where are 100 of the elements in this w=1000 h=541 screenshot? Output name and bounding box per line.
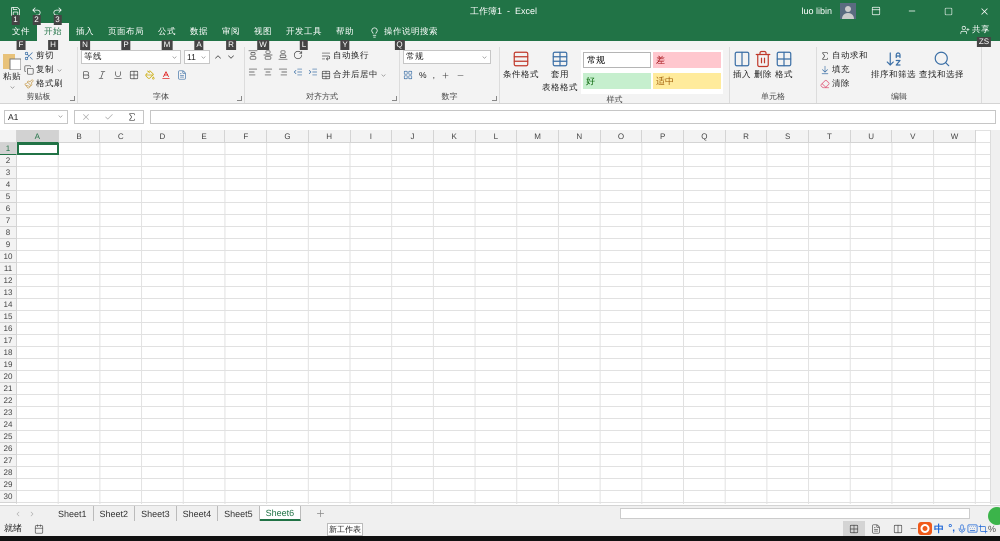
row-header[interactable]: 25	[0, 431, 17, 443]
row-header[interactable]: 16	[0, 323, 17, 335]
selected-cell[interactable]	[17, 143, 59, 155]
share-button[interactable]: 共享	[960, 24, 990, 36]
row-header[interactable]: 15	[0, 311, 17, 323]
ribbon-tab[interactable]: 插入	[69, 23, 101, 41]
ribbon-tab[interactable]: 审阅	[215, 23, 247, 41]
row-header[interactable]: 12	[0, 275, 17, 287]
ribbon-tab[interactable]: 文件	[5, 23, 37, 41]
ribbon-tab[interactable]: 数据	[183, 23, 215, 41]
column-header[interactable]: K	[434, 130, 476, 143]
column-header[interactable]: B	[58, 130, 100, 143]
ribbon-tab[interactable]: 开始	[37, 23, 69, 41]
cut-button[interactable]: 剪切	[24, 50, 63, 62]
row-header[interactable]: 23	[0, 407, 17, 419]
row-header[interactable]: 5	[0, 191, 17, 203]
insert-cells-button[interactable]: 插入	[733, 50, 751, 91]
row-header[interactable]: 1	[0, 143, 17, 155]
row-header[interactable]: 24	[0, 419, 17, 431]
cell-style[interactable]: 适中	[653, 73, 721, 89]
row-header[interactable]: 8	[0, 227, 17, 239]
row-header[interactable]: 2	[0, 155, 17, 167]
column-header[interactable]: D	[142, 130, 184, 143]
column-header[interactable]: I	[350, 130, 392, 143]
name-box[interactable]: A1	[4, 110, 68, 124]
wrap-text-button[interactable]: 自动换行	[321, 50, 387, 62]
column-header[interactable]: L	[476, 130, 518, 143]
clear-button[interactable]: 清除	[820, 78, 868, 90]
copy-button[interactable]: 复制	[24, 64, 63, 76]
column-header[interactable]: U	[850, 130, 892, 143]
row-header[interactable]: 18	[0, 347, 17, 359]
row-header[interactable]: 30	[0, 491, 17, 503]
column-header[interactable]: H	[308, 130, 350, 143]
column-header[interactable]: C	[100, 130, 142, 143]
column-header[interactable]: P	[642, 130, 684, 143]
column-header[interactable]: S	[767, 130, 810, 143]
conditional-format-button[interactable]: 条件格式	[503, 50, 539, 94]
row-header[interactable]: 21	[0, 383, 17, 395]
column-header[interactable]: Q	[684, 130, 726, 143]
cell-style[interactable]: 常规	[583, 52, 651, 68]
format-as-table-button[interactable]: 套用 表格格式	[542, 50, 578, 94]
row-header[interactable]: 6	[0, 203, 17, 215]
column-header[interactable]: W	[934, 130, 976, 143]
row-header[interactable]: 13	[0, 287, 17, 299]
number-format-dropdown[interactable]: 常规	[403, 50, 491, 64]
ribbon-tab[interactable]: 帮助	[329, 23, 361, 41]
row-header[interactable]: 7	[0, 215, 17, 227]
column-header[interactable]: V	[892, 130, 934, 143]
tell-me-search[interactable]: 操作说明搜索	[369, 23, 438, 41]
cell-style[interactable]: 差	[653, 52, 721, 68]
column-header[interactable]: M	[517, 130, 559, 143]
column-header[interactable]: J	[392, 130, 434, 143]
row-header[interactable]: 9	[0, 239, 17, 251]
row-header[interactable]: 19	[0, 359, 17, 371]
column-header[interactable]: N	[558, 130, 601, 143]
row-header[interactable]: 14	[0, 299, 17, 311]
font-name-dropdown[interactable]: 等线	[81, 50, 181, 64]
autosum-button[interactable]: 自动求和	[820, 50, 868, 62]
column-header[interactable]: E	[184, 130, 226, 143]
sheet-tab[interactable]: Sheet6	[260, 506, 302, 521]
column-header[interactable]: F	[225, 130, 268, 143]
percent-button[interactable]: %	[419, 70, 427, 80]
row-header[interactable]: 28	[0, 467, 17, 479]
cell-style[interactable]: 好	[583, 73, 651, 89]
row-header[interactable]: 3	[0, 167, 17, 179]
column-header[interactable]: R	[726, 130, 768, 143]
column-header[interactable]: T	[809, 130, 851, 143]
row-header[interactable]: 17	[0, 335, 17, 347]
find-select-button[interactable]: 查找和选择	[919, 50, 964, 91]
row-header[interactable]: 20	[0, 371, 17, 383]
row-header[interactable]: 26	[0, 443, 17, 455]
merge-center-button[interactable]: 合并后居中	[321, 69, 387, 81]
row-header[interactable]: 27	[0, 455, 17, 467]
row-header[interactable]: 22	[0, 395, 17, 407]
horizontal-scrollbar[interactable]	[620, 508, 970, 519]
paste-button[interactable]: 粘贴	[3, 50, 21, 91]
row-header[interactable]: 11	[0, 263, 17, 275]
ribbon-tab[interactable]: 视图	[247, 23, 279, 41]
sort-filter-button[interactable]: 排序和筛选	[871, 50, 916, 91]
fill-button[interactable]: 填充	[820, 64, 868, 76]
row-header[interactable]: 29	[0, 479, 17, 491]
format-painter-button[interactable]: 格式刷	[24, 78, 63, 90]
normal-view-button[interactable]	[843, 521, 866, 536]
ribbon-tab[interactable]: 页面布局	[101, 23, 151, 41]
row-header[interactable]: 10	[0, 251, 17, 263]
ime-mode[interactable]: 中	[934, 522, 944, 536]
vertical-scrollbar[interactable]	[990, 130, 1000, 504]
ribbon-tab[interactable]: 公式	[151, 23, 183, 41]
format-cells-button[interactable]: 格式	[775, 50, 793, 91]
font-size-dropdown[interactable]: 11	[184, 50, 210, 64]
formula-field[interactable]	[150, 110, 996, 124]
comma-button[interactable]: ,	[432, 70, 435, 80]
column-header[interactable]: A	[17, 130, 59, 143]
ime-punctuation[interactable]: °,	[948, 523, 955, 534]
delete-cells-button[interactable]: 删除	[754, 50, 772, 91]
column-header[interactable]: G	[267, 130, 309, 143]
keyboard-icon	[966, 523, 978, 534]
row-header[interactable]: 4	[0, 179, 17, 191]
column-header[interactable]: O	[600, 130, 642, 143]
ribbon-tab[interactable]: 开发工具	[279, 23, 329, 41]
